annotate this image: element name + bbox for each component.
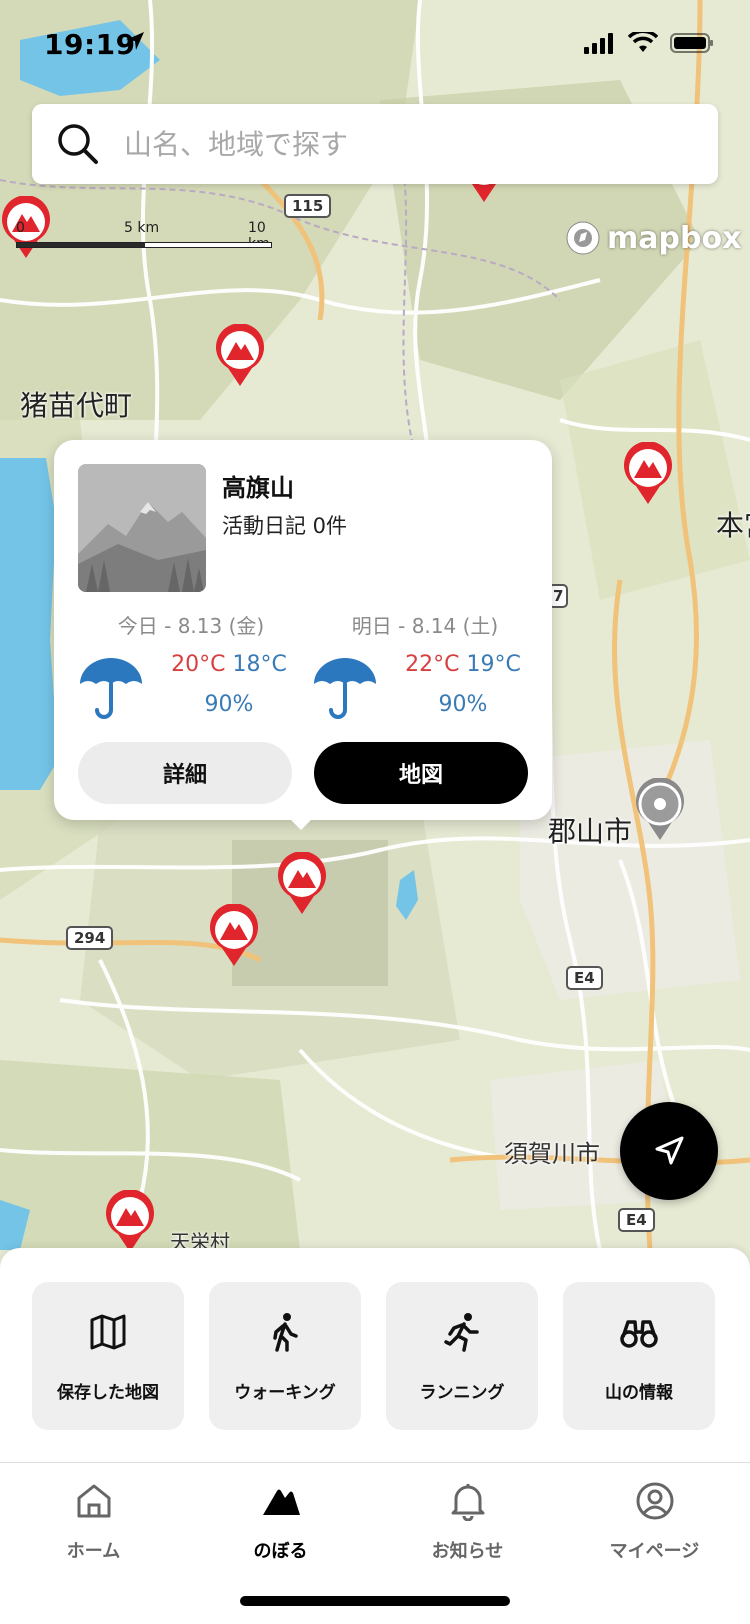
quick-action-label: ウォーキング bbox=[234, 1383, 336, 1403]
place-sukagawa: 須賀川市 bbox=[504, 1140, 600, 1168]
mountain-pin-selected[interactable] bbox=[276, 852, 328, 916]
scale-label-0: 0 bbox=[16, 220, 25, 236]
wifi-icon bbox=[628, 32, 658, 52]
mountain-pin[interactable] bbox=[104, 1190, 156, 1254]
quick-action-label: 山の情報 bbox=[605, 1383, 673, 1403]
place-inawashiro: 猪苗代町 bbox=[20, 389, 133, 422]
search-icon bbox=[58, 124, 98, 164]
search-bar[interactable] bbox=[32, 104, 718, 184]
tab-climb[interactable]: のぼる bbox=[187, 1463, 374, 1573]
profile-icon bbox=[636, 1482, 674, 1520]
tab-home-label: ホーム bbox=[66, 1541, 121, 1562]
tab-notifications-label: お知らせ bbox=[431, 1541, 504, 1562]
weather-tomorrow-label: 明日 - 8.14 (土) bbox=[351, 614, 499, 638]
navigation-arrow-icon bbox=[655, 1136, 684, 1165]
bell-icon bbox=[451, 1484, 485, 1521]
quick-action-mountain-info[interactable]: 山の情報 bbox=[563, 1282, 715, 1430]
mountain-name: 高旗山 bbox=[222, 474, 294, 502]
tab-mypage[interactable]: マイページ bbox=[561, 1463, 748, 1573]
status-icons bbox=[584, 32, 714, 54]
location-arrow-icon bbox=[126, 32, 144, 50]
weather-tomorrow: 明日 - 8.14 (土) 22°C 19°C 90% bbox=[310, 610, 540, 719]
temps-today: 20°C 18°C bbox=[154, 652, 304, 677]
rain-chance-tomorrow: 90% bbox=[438, 692, 488, 717]
climb-icon bbox=[263, 1489, 300, 1515]
tab-climb-label: のぼる bbox=[253, 1541, 308, 1562]
search-input[interactable] bbox=[124, 127, 684, 161]
tab-home[interactable]: ホーム bbox=[0, 1463, 187, 1573]
mountain-pin[interactable] bbox=[214, 324, 266, 388]
mountain-pin[interactable] bbox=[622, 442, 674, 506]
temp-low-tomorrow: 19°C bbox=[466, 652, 521, 677]
home-indicator bbox=[240, 1596, 510, 1606]
map-icon bbox=[90, 1314, 126, 1350]
status-time: 19:19 bbox=[44, 28, 136, 61]
mountain-image-icon bbox=[78, 464, 206, 592]
umbrella-icon bbox=[314, 658, 376, 719]
umbrella-icon bbox=[80, 658, 142, 719]
rain-chance-today: 90% bbox=[204, 692, 254, 717]
road-shield-115: 115 bbox=[284, 194, 332, 218]
mapbox-logo: mapbox bbox=[565, 218, 741, 258]
scale-label-5km: 5 km bbox=[124, 220, 160, 236]
walking-icon bbox=[273, 1313, 298, 1352]
mountain-thumbnail bbox=[78, 464, 206, 592]
map-scale: 0 5 km 10 km bbox=[16, 220, 286, 252]
place-koriyama: 郡山市 bbox=[548, 815, 633, 848]
quick-action-saved-maps[interactable]: 保存した地図 bbox=[32, 1282, 184, 1430]
mapbox-wordmark: mapbox bbox=[607, 220, 742, 256]
mountain-pin[interactable] bbox=[208, 904, 260, 968]
tab-notifications[interactable]: お知らせ bbox=[374, 1463, 561, 1573]
temp-low-today: 18°C bbox=[232, 652, 287, 677]
activity-diary-count: 活動日記 0件 bbox=[222, 514, 348, 538]
temp-high-tomorrow: 22°C bbox=[405, 652, 460, 677]
current-location-button[interactable] bbox=[620, 1102, 718, 1200]
scale-bar bbox=[16, 242, 272, 248]
binoculars-icon bbox=[620, 1320, 658, 1348]
quick-action-label: ランニング bbox=[419, 1383, 505, 1403]
city-pin[interactable] bbox=[634, 778, 686, 842]
detail-button[interactable]: 詳細 bbox=[78, 742, 292, 804]
road-shield-e4-south: E4 bbox=[618, 1208, 655, 1232]
home-icon bbox=[77, 1484, 111, 1518]
signal-icon bbox=[584, 33, 613, 54]
status-bar: 19:19 bbox=[0, 0, 750, 88]
mapbox-icon bbox=[566, 221, 600, 255]
tab-mypage-label: マイページ bbox=[609, 1541, 700, 1562]
temp-high-today: 20°C bbox=[171, 652, 226, 677]
quick-action-label: 保存した地図 bbox=[57, 1383, 159, 1403]
quick-action-walking[interactable]: ウォーキング bbox=[209, 1282, 361, 1430]
battery-icon bbox=[670, 33, 713, 53]
popup-tail bbox=[283, 812, 319, 830]
weather-today: 今日 - 8.13 (金) 20°C 18°C 90% bbox=[76, 610, 306, 719]
temps-tomorrow: 22°C 19°C bbox=[388, 652, 538, 677]
weather-today-label: 今日 - 8.13 (金) bbox=[117, 614, 265, 638]
road-shield-294: 294 bbox=[66, 926, 114, 950]
map-button[interactable]: 地図 bbox=[314, 742, 528, 804]
place-motomiya: 本宮 bbox=[716, 509, 750, 542]
quick-action-running[interactable]: ランニング bbox=[386, 1282, 538, 1430]
mountain-popup: 高旗山 活動日記 0件 今日 - 8.13 (金) 20°C 18°C 90% … bbox=[54, 440, 552, 820]
road-shield-e4: E4 bbox=[566, 966, 603, 990]
running-icon bbox=[444, 1313, 479, 1352]
